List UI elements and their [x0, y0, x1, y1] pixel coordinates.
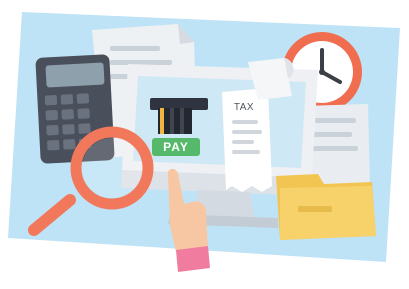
tax-receipt-heading: TAX [234, 102, 254, 113]
tax-payment-illustration: PAY TAX [8, 12, 400, 272]
pay-button-label: PAY [163, 140, 189, 154]
tax-receipt-icon: TAX [222, 88, 272, 192]
pay-button[interactable]: PAY [152, 138, 200, 156]
